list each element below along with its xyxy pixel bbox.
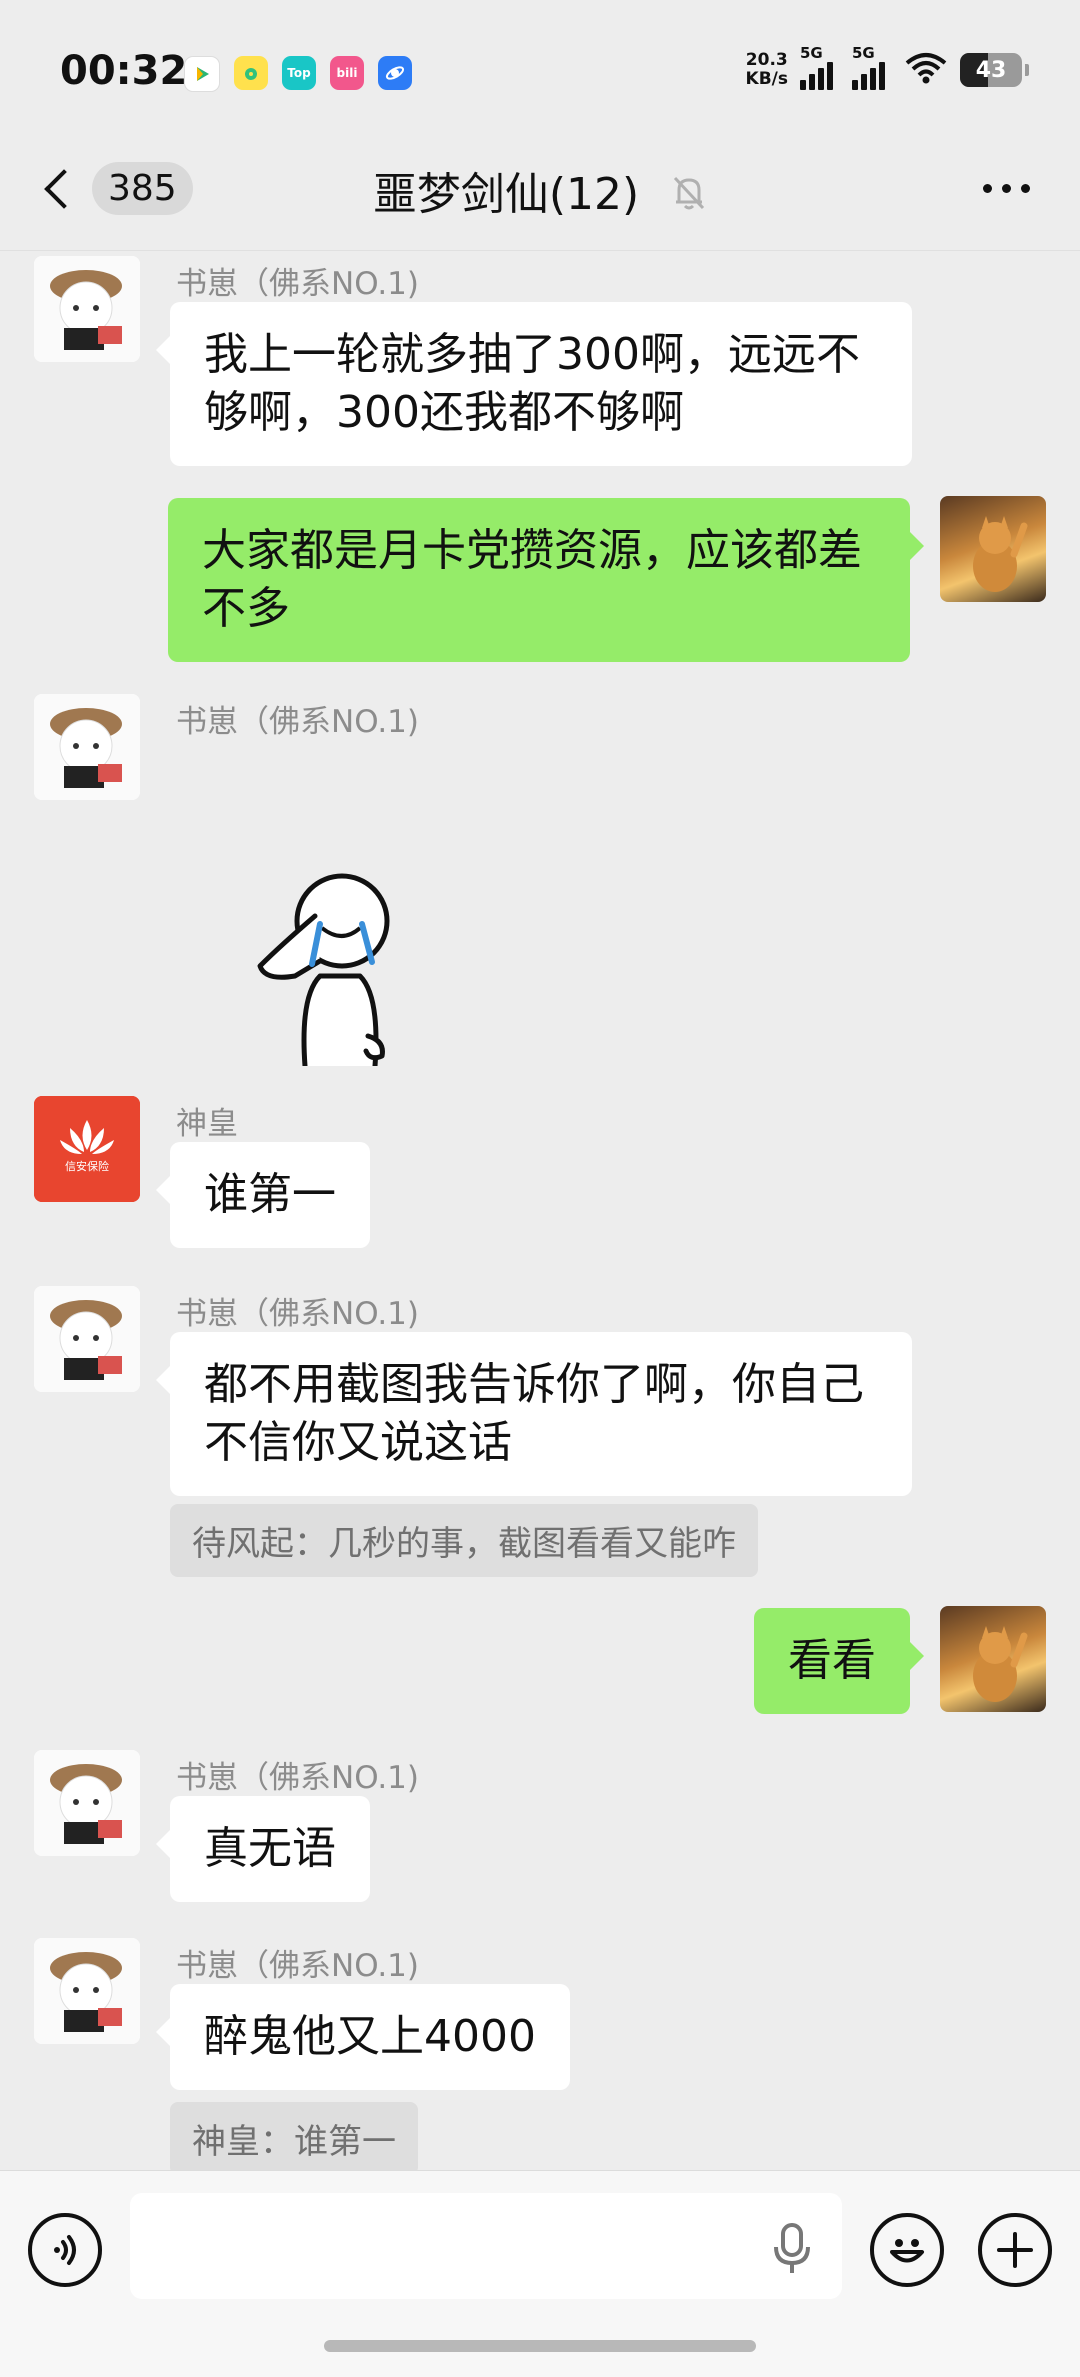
avatar[interactable] (34, 694, 140, 800)
chat-title-area: 噩梦剑仙(12) (0, 158, 1080, 223)
avatar[interactable] (34, 1286, 140, 1392)
saluting-crying-sticker[interactable] (250, 866, 430, 1070)
quoted-reply[interactable]: 待风起：几秒的事，截图看看又能咋 (170, 1504, 758, 1577)
more-button[interactable] (983, 184, 1030, 193)
avatar[interactable] (34, 1938, 140, 2044)
status-bar: 00:32 Top bili 20.3 KB/s 5G 5G 43 (0, 0, 1080, 140)
signal-label: 5G (852, 44, 875, 62)
status-time: 00:32 (60, 48, 188, 94)
message-text-line: 都不用截图我告诉你了啊，你自己 (204, 1359, 864, 1410)
avatar[interactable] (34, 256, 140, 362)
chat-title: 噩梦剑仙(12) (372, 169, 640, 220)
sender-name: 神皇 (176, 1106, 238, 1142)
message-bubble-outgoing[interactable]: 看看 (754, 1608, 924, 1714)
emoji-button[interactable] (870, 2213, 944, 2287)
message-text-line: 大家都是月卡党攒资源，应该都差 (202, 525, 862, 576)
wifi-icon (904, 51, 948, 89)
message-bubble-outgoing[interactable]: 大家都是月卡党攒资源，应该都差 不多 (168, 498, 924, 662)
network-speed-value: 20.3 (745, 50, 788, 70)
home-indicator[interactable] (324, 2340, 756, 2352)
network-speed: 20.3 KB/s (746, 51, 788, 89)
sender-name: 书崽（佛系NO.1) (176, 1948, 420, 1984)
signal-icon: 5G (852, 44, 892, 90)
notification-icons: Top bili (184, 56, 412, 92)
message-list[interactable]: 书崽（佛系NO.1) 我上一轮就多抽了300啊，远远不 够啊，300还我都不够啊… (0, 252, 1080, 2170)
plus-icon (997, 2232, 1033, 2268)
voice-mode-icon (54, 2235, 76, 2265)
message-text: 真无语 (204, 1823, 336, 1874)
message-bubble[interactable]: 都不用截图我告诉你了啊，你自己 不信你又说这话 (156, 1332, 912, 1496)
my-avatar[interactable] (940, 1606, 1046, 1712)
emoji-icon (890, 2239, 924, 2263)
signal-label: 5G (800, 44, 823, 62)
status-right: 20.3 KB/s 5G 5G 43 (746, 44, 1029, 90)
sender-name: 书崽（佛系NO.1) (176, 704, 420, 740)
bell-muted-icon (671, 172, 707, 223)
message-text-line: 不多 (202, 583, 290, 634)
video-icon (184, 56, 220, 92)
sender-name: 书崽（佛系NO.1) (176, 1760, 420, 1796)
battery-level: 43 (975, 57, 1007, 83)
browser-icon (378, 56, 412, 90)
more-dot (983, 184, 992, 193)
music-icon (234, 56, 268, 90)
message-text-line: 够啊，300还我都不够啊 (204, 387, 684, 438)
message-input[interactable] (130, 2193, 842, 2299)
sender-name: 书崽（佛系NO.1) (176, 266, 420, 302)
microphone-icon[interactable] (770, 2221, 814, 2279)
plus-button[interactable] (978, 2213, 1052, 2287)
bilibili-icon: bili (330, 56, 364, 90)
message-text-line: 不信你又说这话 (204, 1417, 512, 1468)
message-text: 醉鬼他又上4000 (204, 2011, 536, 2062)
network-speed-unit: KB/s (745, 69, 788, 89)
quoted-reply[interactable]: 神皇：谁第一 (170, 2102, 418, 2170)
avatar[interactable]: 信安保险 (34, 1096, 140, 1202)
message-bubble[interactable]: 真无语 (156, 1796, 370, 1902)
top-app-icon: Top (282, 56, 316, 90)
my-avatar[interactable] (940, 496, 1046, 602)
avatar[interactable] (34, 1750, 140, 1856)
chat-header: 385 噩梦剑仙(12) (0, 140, 1080, 251)
voice-mode-button[interactable] (28, 2213, 102, 2287)
more-dot (1021, 184, 1030, 193)
message-bubble[interactable]: 我上一轮就多抽了300啊，远远不 够啊，300还我都不够啊 (156, 302, 912, 466)
more-dot (1002, 184, 1011, 193)
message-bubble[interactable]: 谁第一 (156, 1142, 370, 1248)
message-text: 谁第一 (204, 1169, 336, 1220)
battery-icon: 43 (960, 53, 1029, 87)
message-bubble[interactable]: 醉鬼他又上4000 (156, 1984, 570, 2090)
sender-name: 书崽（佛系NO.1) (176, 1296, 420, 1332)
message-text-line: 我上一轮就多抽了300啊，远远不 (204, 329, 860, 380)
signal-icon: 5G (800, 44, 840, 90)
logo-text: 信安保险 (65, 1160, 109, 1173)
message-text: 看看 (788, 1635, 876, 1686)
